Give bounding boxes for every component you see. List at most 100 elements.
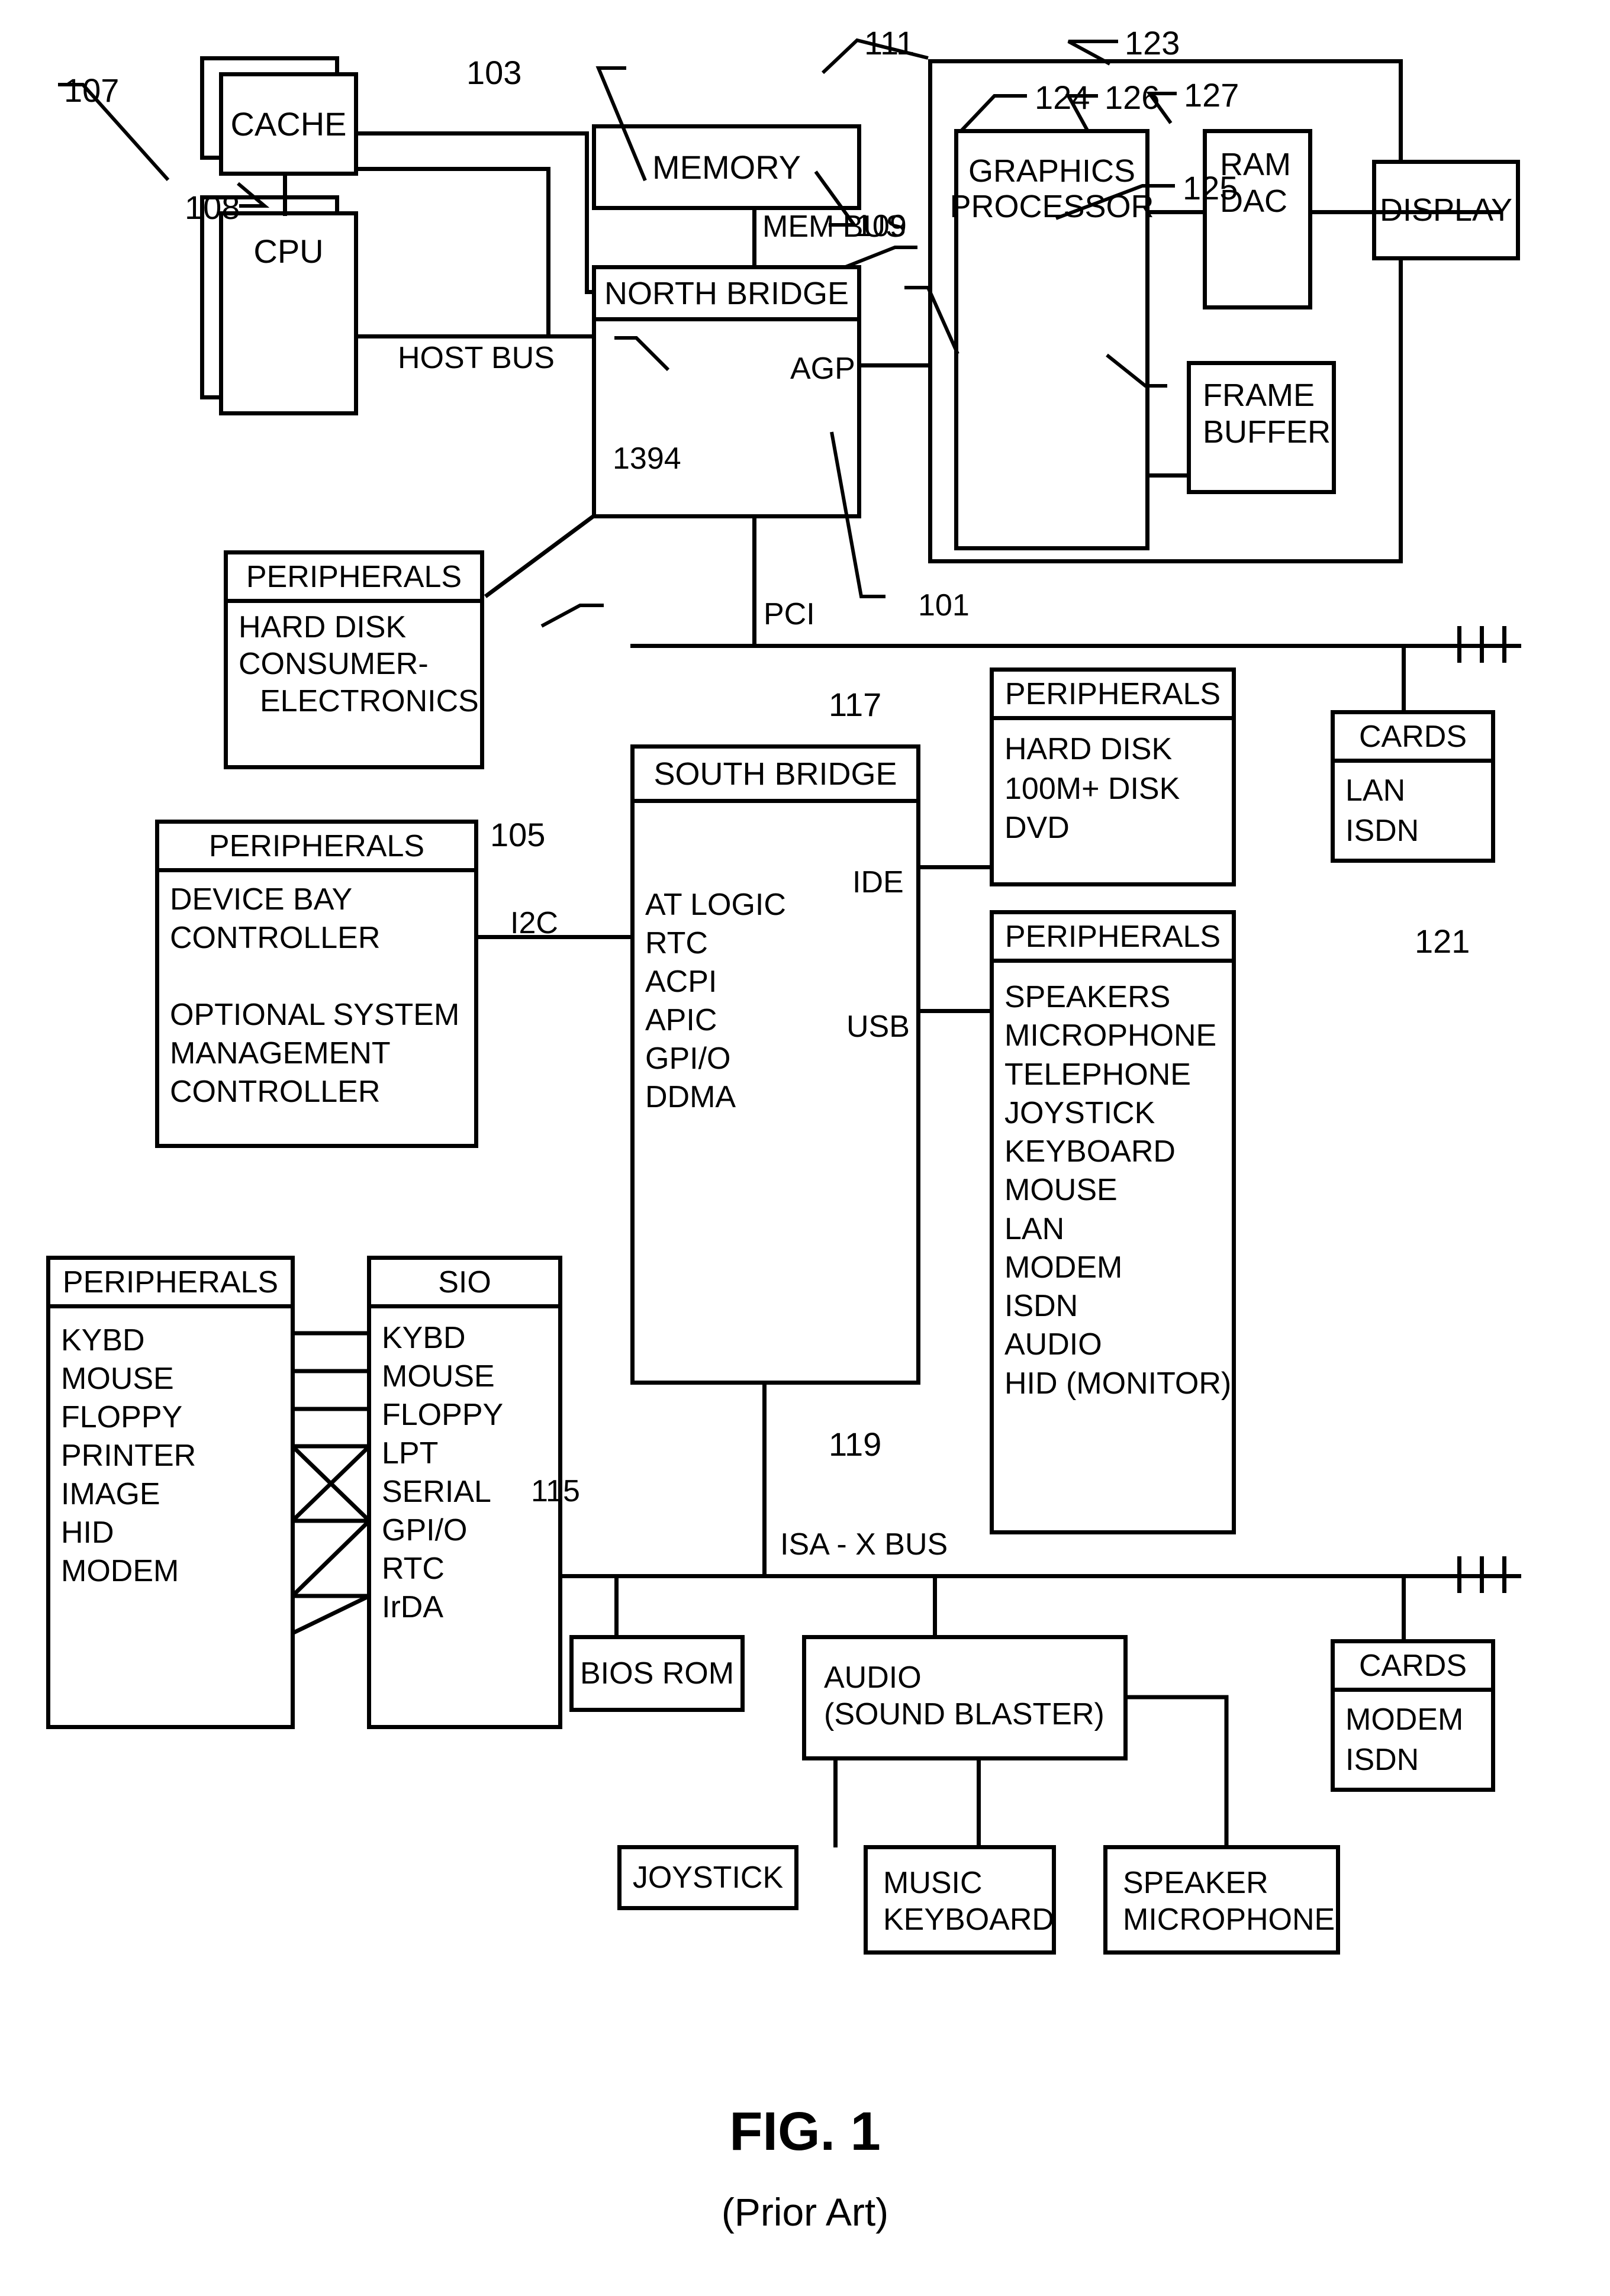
- cards-pci-stub: [1402, 644, 1406, 715]
- south-bridge-title: SOUTH BRIDGE: [635, 749, 916, 803]
- peripherals-sio-list: KYBD MOUSE FLOPPY PRINTER IMAGE HID MODE…: [50, 1321, 291, 1591]
- list-item: MODEM: [1345, 1702, 1464, 1737]
- sio-title: SIO: [371, 1260, 558, 1308]
- list-item: DDMA: [645, 1080, 736, 1114]
- numeral-107: 107: [64, 72, 120, 109]
- i2c-line: [474, 935, 644, 939]
- gp-to-ramdac-line: [1147, 210, 1205, 214]
- peripherals-1394-title-label: PERIPHERALS: [246, 559, 462, 594]
- gp-to-framebuffer-line: [1147, 473, 1190, 478]
- list-item: KYBD: [61, 1323, 145, 1357]
- list-item: DVD: [1004, 811, 1070, 846]
- list-item: KYBD: [382, 1321, 466, 1355]
- list-item: FLOPPY: [61, 1400, 183, 1434]
- peripherals-ide-block: PERIPHERALS HARD DISK 100M+ DISK DVD: [990, 667, 1236, 886]
- cache-to-northbridge-drop-a: [585, 131, 589, 294]
- numeral-117: 117: [829, 686, 882, 723]
- list-item: LPT: [382, 1436, 439, 1471]
- list-item: AUDIO: [1004, 1327, 1102, 1362]
- list-item: DEVICE BAY: [170, 882, 353, 917]
- list-item: KEYBOARD: [1004, 1134, 1176, 1169]
- isa-x-bus-line: [559, 1574, 1521, 1578]
- patent-figure-page: CACHE CPU HOST BUS MEMORY MEM BUS NORTH …: [0, 0, 1610, 2296]
- cards-pci-title: CARDS: [1335, 714, 1491, 763]
- cards-isa-stub: [1402, 1574, 1406, 1644]
- peripherals-i2c-title-label: PERIPHERALS: [208, 828, 425, 863]
- peripherals-ide-list: HARD DISK 100M+ DISK DVD: [994, 730, 1232, 848]
- pci-terminator-mark-2: [1480, 626, 1484, 663]
- south-bridge-label: SOUTH BRIDGE: [653, 756, 897, 792]
- peripherals-sio-title: PERIPHERALS: [50, 1260, 291, 1308]
- cache-to-northbridge-line-a: [355, 131, 589, 136]
- ram-dac-block: RAM DAC: [1203, 129, 1312, 309]
- cache-label: CACHE: [230, 105, 347, 143]
- list-item: ISDN: [1004, 1289, 1078, 1323]
- isa-x-bus-label: ISA - X BUS: [780, 1527, 948, 1562]
- numeral-124: 124: [1035, 79, 1090, 116]
- music-keyboard-label-line1: MUSIC: [883, 1866, 983, 1900]
- numeral-109: 109: [855, 209, 907, 243]
- joystick-block: JOYSTICK: [617, 1845, 798, 1910]
- list-item: RTC: [645, 926, 708, 960]
- south-bridge-port-usb: USB: [846, 1010, 910, 1044]
- list-item: SPEAKERS: [1004, 980, 1171, 1014]
- peripherals-1394-title: PERIPHERALS: [228, 554, 480, 603]
- memory-label: MEMORY: [652, 149, 801, 186]
- peripherals-i2c-title: PERIPHERALS: [159, 824, 474, 872]
- usb-line: [916, 1009, 993, 1013]
- list-item: FLOPPY: [382, 1398, 504, 1432]
- list-item: ACPI: [645, 965, 717, 999]
- list-item: HID (MONITOR): [1004, 1366, 1232, 1401]
- list-item: MANAGEMENT: [170, 1036, 391, 1070]
- northbridge-to-pci-line: [752, 516, 756, 647]
- list-item: ELECTRONICS: [260, 683, 479, 718]
- list-item: HARD DISK: [1004, 732, 1173, 766]
- cards-isa-block: CARDS MODEM ISDN: [1331, 1639, 1495, 1792]
- north-bridge-port-agp: AGP: [790, 352, 855, 386]
- music-keyboard-label-line2: KEYBOARD: [883, 1902, 1054, 1937]
- i2c-label: I2C: [510, 906, 558, 940]
- south-bridge-port-ide: IDE: [852, 865, 904, 899]
- numeral-123: 123: [1125, 24, 1180, 62]
- host-bus-label: HOST BUS: [398, 341, 555, 375]
- cards-pci-title-label: CARDS: [1358, 719, 1467, 754]
- sio-list: KYBD MOUSE FLOPPY LPT SERIAL GPI/O RTC I…: [371, 1319, 558, 1627]
- list-item: 100M+ DISK: [1004, 771, 1180, 806]
- list-item: LAN: [1004, 1211, 1065, 1246]
- frame-buffer-label: FRAME BUFFER: [1203, 378, 1331, 450]
- numeral-126: 126: [1105, 79, 1160, 116]
- north-bridge-title: NORTH BRIDGE: [596, 269, 857, 321]
- bios-rom-stub: [614, 1574, 619, 1639]
- list-item: ISDN: [1345, 813, 1419, 848]
- figure-caption-sub: (Prior Art): [0, 2189, 1610, 2234]
- numeral-125: 125: [1183, 169, 1238, 207]
- cache-block: CACHE: [219, 72, 358, 176]
- peripherals-sio-block: PERIPHERALS KYBD MOUSE FLOPPY PRINTER IM…: [46, 1256, 295, 1729]
- isa-terminator-mark-2: [1480, 1556, 1484, 1593]
- peripherals-usb-title: PERIPHERALS: [994, 914, 1232, 963]
- southbridge-to-isa-line: [762, 1381, 767, 1576]
- list-item: MODEM: [61, 1554, 179, 1588]
- joystick-label: JOYSTICK: [632, 1860, 784, 1895]
- cards-isa-title: CARDS: [1335, 1643, 1491, 1692]
- cpu-label: CPU: [253, 233, 324, 270]
- figure-caption-sub-text: (Prior Art): [721, 2190, 889, 2234]
- numeral-108: 108: [185, 189, 240, 226]
- audio-to-music-keyboard-stub: [977, 1758, 981, 1847]
- list-item: GPI/O: [645, 1041, 731, 1076]
- list-item: MOUSE: [1004, 1173, 1118, 1208]
- ide-line: [916, 865, 993, 869]
- peripherals-i2c-block: PERIPHERALS DEVICE BAY CONTROLLER OPTION…: [155, 820, 478, 1148]
- list-item: MODEM: [1004, 1250, 1123, 1285]
- graphics-processor-label: GRAPHICS PROCESSOR: [949, 153, 1154, 225]
- list-item: MOUSE: [382, 1359, 495, 1394]
- list-item: HID: [61, 1515, 114, 1550]
- pci-terminator-mark-1: [1457, 626, 1461, 663]
- peripherals-ide-title-label: PERIPHERALS: [1004, 676, 1221, 711]
- peripherals-ide-title: PERIPHERALS: [994, 672, 1232, 720]
- audio-to-joystick-stub: [833, 1758, 838, 1847]
- numeral-119: 119: [829, 1426, 882, 1463]
- cards-isa-title-label: CARDS: [1358, 1648, 1467, 1683]
- list-item: JOYSTICK: [1004, 1095, 1155, 1130]
- numeral-103: 103: [466, 54, 522, 91]
